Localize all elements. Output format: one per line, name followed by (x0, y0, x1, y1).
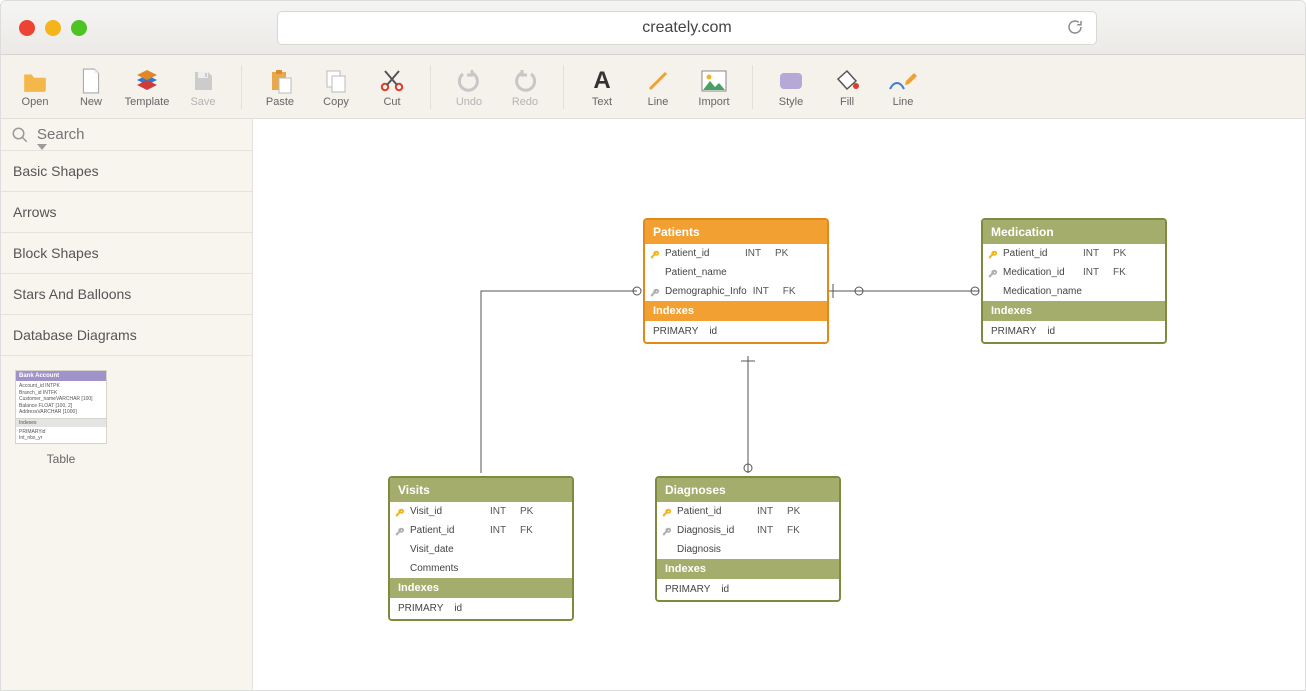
entity-medication[interactable]: Medication Patient_idINTPKMedication_idI… (981, 218, 1167, 344)
folder-icon (22, 66, 48, 96)
text-icon: A (593, 66, 610, 96)
maximize-window-button[interactable] (71, 20, 87, 36)
entity-field-row: Medication_name (983, 282, 1165, 301)
entity-field-row: Diagnosis_idINTFK (657, 521, 839, 540)
indexes-body: PRIMARY id (657, 579, 839, 600)
thumbnail-label: Table (15, 452, 107, 466)
entity-field-row: Patient_name (645, 263, 827, 282)
toolbar: Open New Template Save Paste C (1, 55, 1305, 119)
scissors-icon (379, 66, 405, 96)
entity-field-row: Patient_idINTPK (983, 244, 1165, 263)
copy-button[interactable]: Copy (308, 66, 364, 108)
cut-button[interactable]: Cut (364, 66, 420, 108)
redo-icon (513, 66, 537, 96)
close-window-button[interactable] (19, 20, 35, 36)
table-shape-thumbnail[interactable]: Bank Account Account_id INTPKBranch_id I… (15, 370, 107, 444)
entity-field-row: Patient_idINTFK (390, 521, 572, 540)
search-icon (11, 126, 29, 144)
url-text: creately.com (642, 19, 732, 37)
reload-icon[interactable] (1066, 18, 1084, 41)
url-bar[interactable]: creately.com (277, 11, 1097, 45)
entity-title: Patients (645, 220, 827, 244)
line-style-button[interactable]: Line (875, 66, 931, 108)
import-button[interactable]: Import (686, 66, 742, 108)
undo-button[interactable]: Undo (441, 66, 497, 108)
entity-field-row: Visit_date (390, 540, 572, 559)
clipboard-icon (268, 66, 292, 96)
indexes-label: Indexes (390, 578, 572, 598)
app-window: creately.com Open New Template Save (0, 0, 1306, 691)
indexes-body: PRIMARY id (645, 321, 827, 342)
entity-field-row: Patient_idINTPK (645, 244, 827, 263)
indexes-label: Indexes (645, 301, 827, 321)
search-input[interactable] (35, 125, 242, 144)
template-button[interactable]: Template (119, 66, 175, 108)
line-icon (646, 66, 670, 96)
undo-icon (457, 66, 481, 96)
entity-field-row: Demographic_InfoINTFK (645, 282, 827, 301)
entity-field-row: Visit_idINTPK (390, 502, 572, 521)
copy-icon (324, 66, 348, 96)
image-icon (701, 66, 727, 96)
save-icon (191, 66, 215, 96)
indexes-label: Indexes (657, 559, 839, 579)
fill-button[interactable]: Fill (819, 66, 875, 108)
window-controls (19, 20, 87, 36)
sidebar-category[interactable]: Block Shapes (1, 233, 252, 274)
bucket-icon (834, 66, 860, 96)
toolbar-separator (430, 65, 431, 109)
entity-field-row: Patient_idINTPK (657, 502, 839, 521)
entity-title: Visits (390, 478, 572, 502)
entity-patients[interactable]: Patients Patient_idINTPKPatient_nameDemo… (643, 218, 829, 344)
entity-title: Medication (983, 220, 1165, 244)
pencil-line-icon (888, 66, 918, 96)
text-tool[interactable]: A Text (574, 66, 630, 108)
entity-field-row: Comments (390, 559, 572, 578)
minimize-window-button[interactable] (45, 20, 61, 36)
template-icon (134, 66, 160, 96)
indexes-label: Indexes (983, 301, 1165, 321)
entity-visits[interactable]: Visits Visit_idINTPKPatient_idINTFKVisit… (388, 476, 574, 621)
entity-field-row: Diagnosis (657, 540, 839, 559)
save-button[interactable]: Save (175, 66, 231, 108)
sidebar-category[interactable]: Basic Shapes (1, 151, 252, 192)
line-tool[interactable]: Line (630, 66, 686, 108)
entity-field-row: Medication_idINTFK (983, 263, 1165, 282)
shape-thumbnail-area: Bank Account Account_id INTPKBranch_id I… (1, 356, 252, 480)
sidebar-category[interactable]: Stars And Balloons (1, 274, 252, 315)
style-button[interactable]: Style (763, 66, 819, 108)
redo-button[interactable]: Redo (497, 66, 553, 108)
search-row (1, 119, 252, 151)
titlebar: creately.com (1, 1, 1305, 55)
indexes-body: PRIMARY id (390, 598, 572, 619)
toolbar-separator (563, 65, 564, 109)
entity-diagnoses[interactable]: Diagnoses Patient_idINTPKDiagnosis_idINT… (655, 476, 841, 602)
document-icon (80, 66, 102, 96)
open-button[interactable]: Open (7, 66, 63, 108)
indexes-body: PRIMARY id (983, 321, 1165, 342)
dropdown-triangle-icon[interactable] (37, 144, 47, 150)
toolbar-separator (241, 65, 242, 109)
new-button[interactable]: New (63, 66, 119, 108)
sidebar-category[interactable]: Database Diagrams (1, 315, 252, 356)
canvas[interactable]: Patients Patient_idINTPKPatient_nameDemo… (253, 119, 1305, 690)
paste-button[interactable]: Paste (252, 66, 308, 108)
toolbar-separator (752, 65, 753, 109)
sidebar: Basic ShapesArrowsBlock ShapesStars And … (1, 119, 253, 690)
style-icon (778, 66, 804, 96)
sidebar-category[interactable]: Arrows (1, 192, 252, 233)
entity-title: Diagnoses (657, 478, 839, 502)
